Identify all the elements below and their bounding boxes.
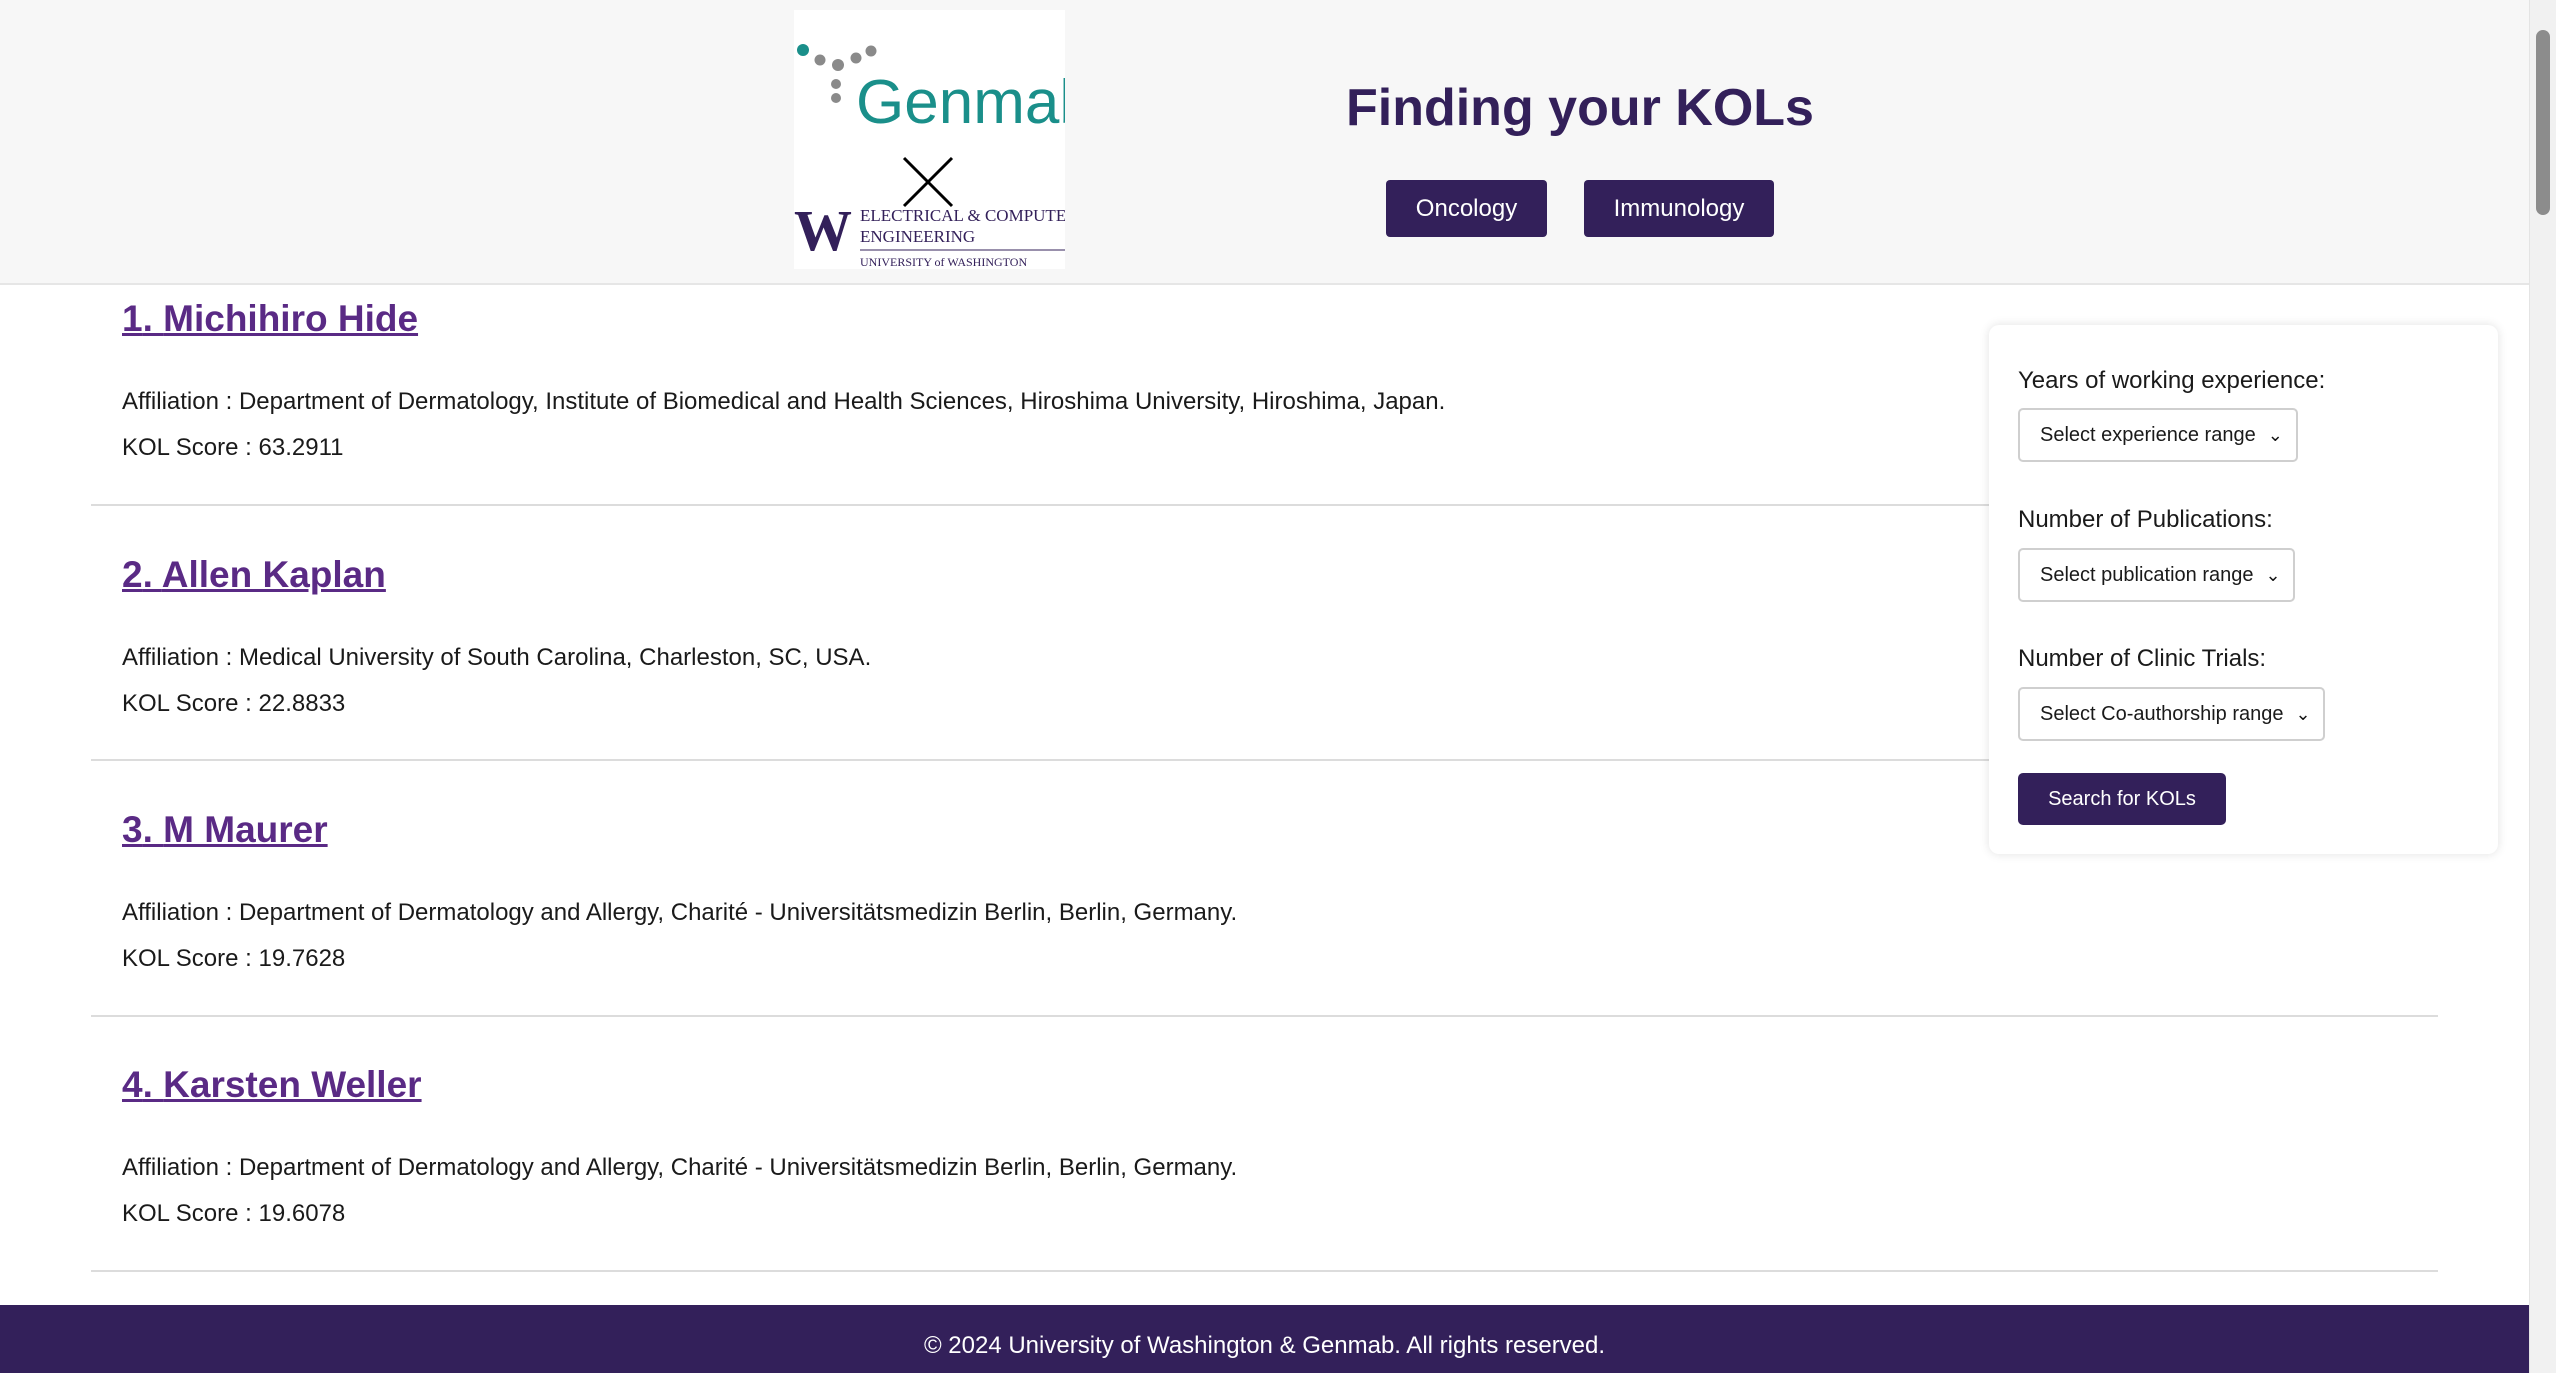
site-footer: © 2024 University of Washington & Genmab… [0, 1305, 2529, 1373]
immunology-button[interactable]: Immunology [1584, 180, 1774, 237]
kol-name-link[interactable]: 4Karsten Weller [122, 1064, 422, 1106]
genmab-uw-logo: Genmab W ELECTRICAL & COMPUTER ENGINEERI… [794, 10, 1065, 269]
chevron-down-icon: ⌄ [2267, 424, 2283, 445]
kol-name-link[interactable]: 3M Maurer [122, 809, 328, 851]
publications-select[interactable]: Select publication range ⌄ [2018, 548, 2295, 602]
affiliation-line: AffiliationMedical University of South C… [122, 644, 871, 672]
affiliation-line: AffiliationDepartment of Dermatology and… [122, 899, 1237, 927]
affiliation-line: AffiliationDepartment of Dermatology and… [122, 1154, 1237, 1182]
oncology-button[interactable]: Oncology [1386, 180, 1547, 237]
kol-score-line: KOL Score19.7628 [122, 945, 345, 973]
svg-text:UNIVERSITY of WASHINGTON: UNIVERSITY of WASHINGTON [860, 255, 1027, 269]
kol-score-line: KOL Score22.8833 [122, 690, 345, 718]
trials-select[interactable]: Select Co-authorship range ⌄ [2018, 687, 2325, 741]
page-title: Finding your KOLs [1346, 79, 1814, 137]
svg-text:ELECTRICAL & COMPUTER: ELECTRICAL & COMPUTER [860, 206, 1065, 225]
scrollbar-thumb[interactable] [2536, 30, 2550, 215]
kol-score-line: KOL Score63.2911 [122, 434, 344, 462]
vertical-scrollbar[interactable] [2529, 0, 2556, 1373]
trials-label: Number of Clinic Trials: [2018, 645, 2267, 672]
kol-name-link[interactable]: 1Michihiro Hide [122, 298, 418, 340]
experience-label: Years of working experience: [2018, 367, 2326, 394]
svg-text:W: W [794, 198, 852, 263]
chevron-down-icon: ⌄ [2265, 564, 2281, 585]
search-kols-button[interactable]: Search for KOLs [2018, 773, 2226, 825]
chevron-down-icon: ⌄ [2295, 703, 2311, 724]
publications-label: Number of Publications: [2018, 506, 2273, 533]
page: Genmab W ELECTRICAL & COMPUTER ENGINEERI… [0, 0, 2529, 1373]
svg-text:Genmab: Genmab [856, 68, 1065, 137]
site-header: Genmab W ELECTRICAL & COMPUTER ENGINEERI… [0, 0, 2529, 285]
filter-panel: Years of working experience: Select expe… [1989, 325, 2498, 854]
kol-score-line: KOL Score19.6078 [122, 1200, 345, 1228]
svg-text:ENGINEERING: ENGINEERING [860, 227, 975, 246]
list-item: 4Karsten Weller AffiliationDepartment of… [91, 1064, 2438, 1272]
copyright-text: © 2024 University of Washington & Genmab… [923, 1332, 1606, 1359]
experience-select[interactable]: Select experience range ⌄ [2018, 408, 2298, 462]
affiliation-line: AffiliationDepartment of Dermatology, In… [122, 388, 1445, 416]
kol-name-link[interactable]: 2Allen Kaplan [122, 554, 386, 596]
